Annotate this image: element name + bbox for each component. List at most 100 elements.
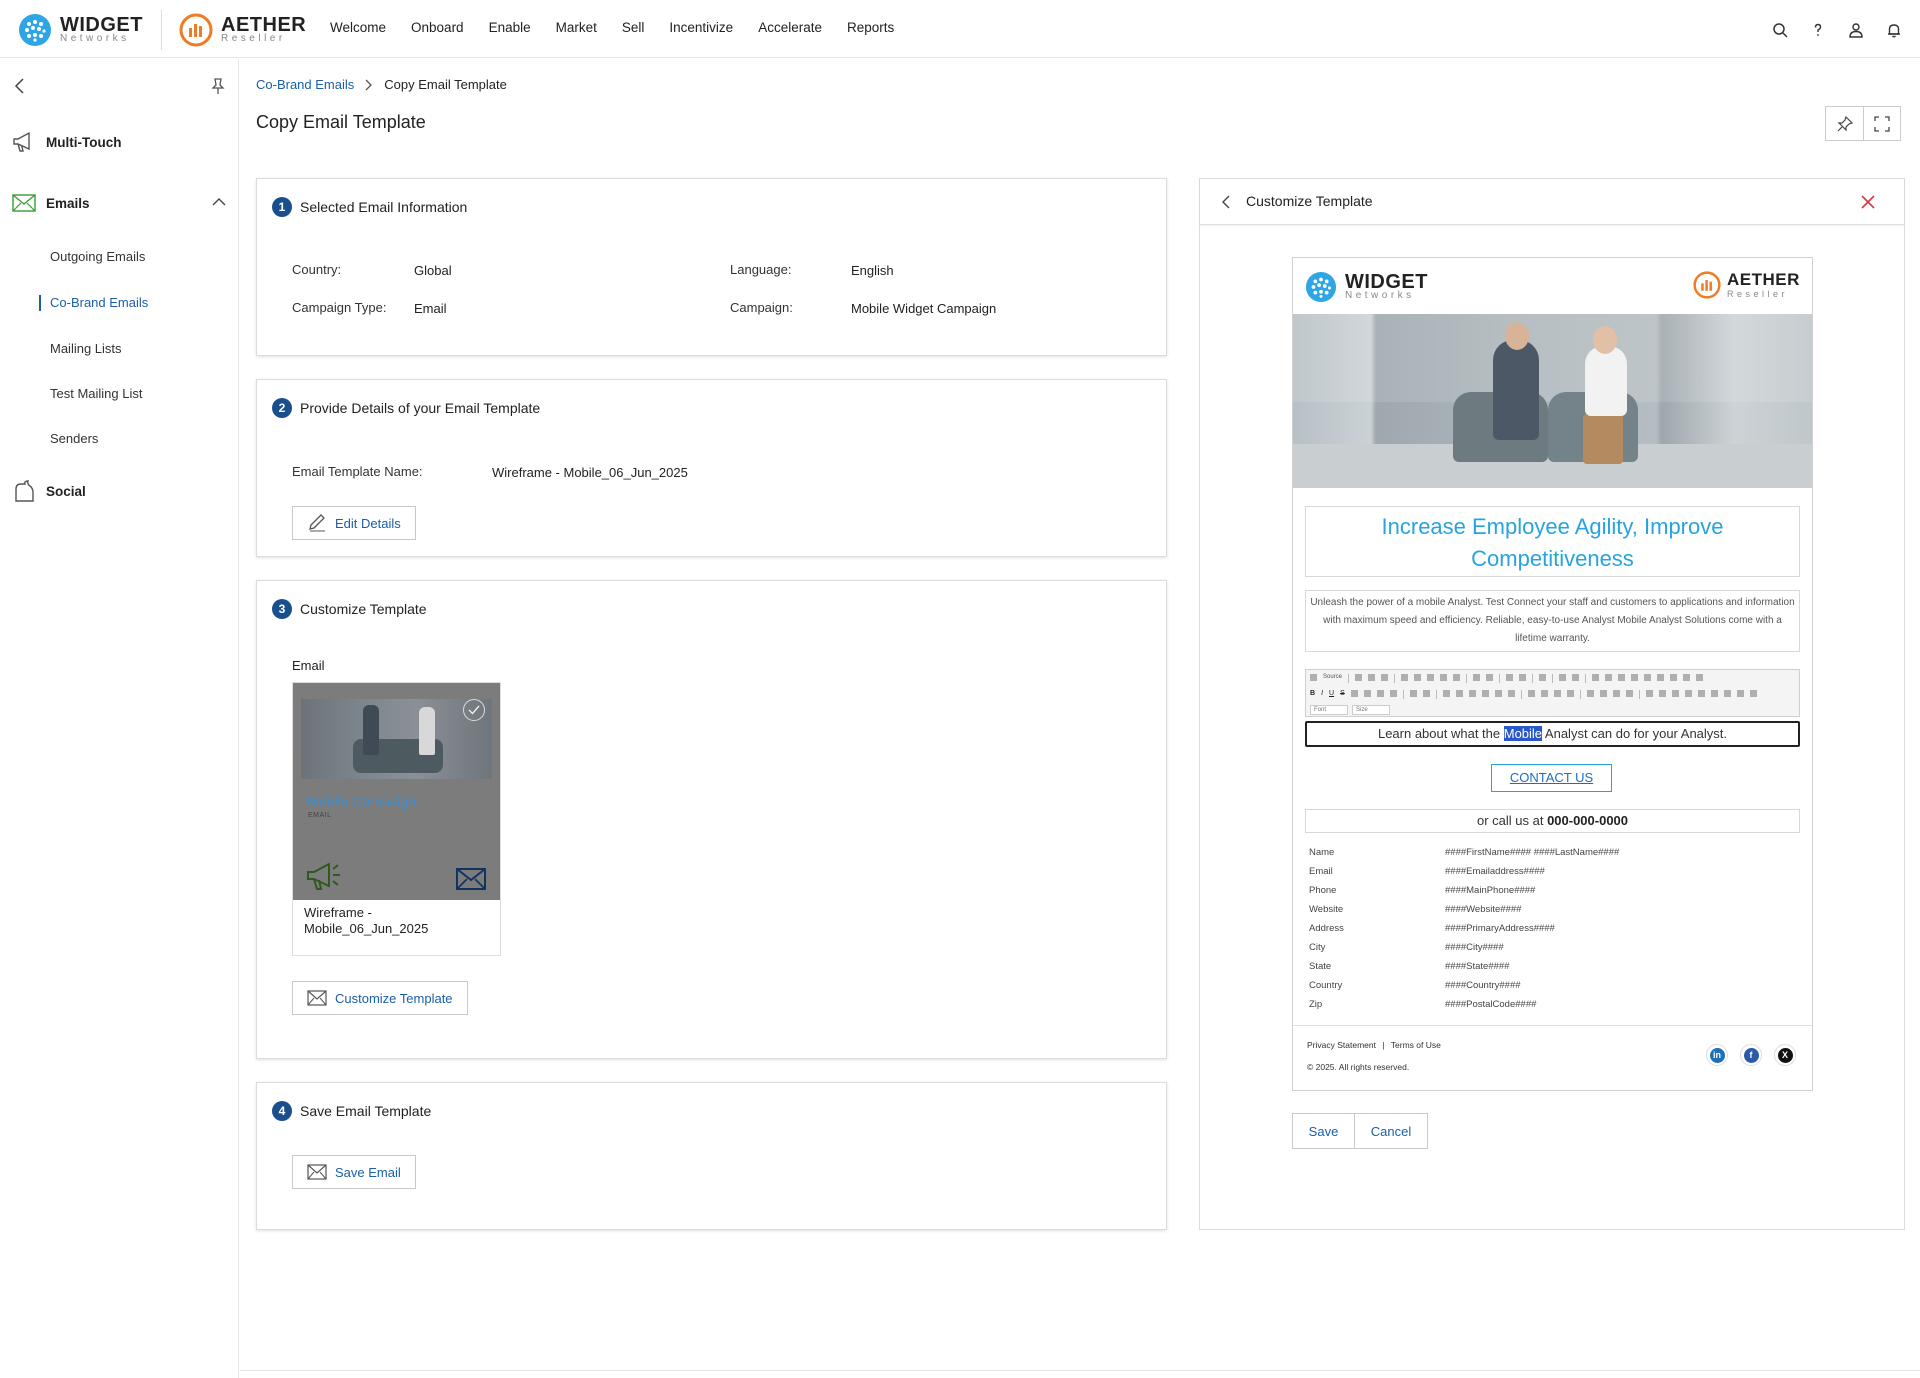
nav-incentivize[interactable]: Incentivize	[669, 20, 733, 35]
step-provide-details: 2 Provide Details of your Email Template…	[256, 379, 1167, 557]
email-aether-sub: Reseller	[1727, 289, 1789, 299]
email-header: WIDGET Networks AETHER Reseller	[1293, 258, 1812, 314]
field-label: Email	[1309, 866, 1333, 877]
save-email-button[interactable]: Save Email	[292, 1155, 416, 1189]
pencil-icon	[309, 514, 325, 532]
nav-sell[interactable]: Sell	[622, 20, 645, 35]
breadcrumb-current: Copy Email Template	[384, 77, 507, 92]
facebook-icon[interactable]: f	[1740, 1044, 1762, 1066]
email-headline[interactable]: Increase Employee Agility, Improve Compe…	[1305, 506, 1800, 577]
sidebar-item-social[interactable]: Social	[12, 479, 86, 503]
template-card-title: Mobile Campaign	[307, 793, 416, 809]
email-aether-name: AETHER	[1727, 270, 1800, 289]
email-aether-logo: AETHER Reseller	[1693, 268, 1800, 302]
nav-welcome[interactable]: Welcome	[330, 20, 386, 35]
field-label: Address	[1309, 923, 1344, 934]
sidebar-item-multi-touch[interactable]: Multi-Touch	[12, 131, 121, 153]
field-row: Address ####PrimaryAddress####	[1309, 923, 1789, 942]
edit-details-button[interactable]: Edit Details	[292, 506, 416, 540]
strike-button[interactable]: S	[1340, 690, 1345, 699]
sidebar-item-label: Social	[46, 483, 86, 499]
card-title: Provide Details of your Email Template	[300, 400, 541, 416]
widget-globe-icon	[19, 14, 51, 46]
fullscreen-button[interactable]	[1863, 107, 1900, 140]
cancel-button[interactable]: Cancel	[1354, 1114, 1427, 1148]
widget-globe-icon	[1305, 271, 1337, 303]
linkedin-icon[interactable]: in	[1706, 1044, 1728, 1066]
x-twitter-icon[interactable]: X	[1774, 1044, 1796, 1066]
field-value: ####City####	[1445, 942, 1504, 953]
sidebar-item-emails[interactable]: Emails	[12, 193, 228, 213]
main-nav: Welcome Onboard Enable Market Sell Incen…	[330, 20, 919, 35]
close-icon[interactable]	[1860, 194, 1876, 210]
nav-market[interactable]: Market	[556, 20, 597, 35]
email-section-label: Email	[292, 658, 325, 673]
field-label: Zip	[1309, 999, 1323, 1010]
chevron-up-icon[interactable]	[212, 197, 226, 207]
step-number: 1	[272, 197, 292, 217]
field-label: Country	[1309, 980, 1343, 991]
bold-button[interactable]: B	[1310, 690, 1315, 699]
help-icon[interactable]	[1810, 22, 1826, 38]
notification-bell-icon[interactable]	[1886, 22, 1902, 38]
customize-template-panel: Customize Template WIDGET Networks AETHE…	[1199, 178, 1905, 1230]
country-value: Global	[414, 263, 452, 278]
field-value: ####State####	[1445, 961, 1510, 972]
panel-header: Customize Template	[1200, 179, 1904, 225]
aether-logo[interactable]: AETHER Reseller	[179, 13, 306, 47]
sidebar-sub-outgoing-emails[interactable]: Outgoing Emails	[50, 249, 145, 264]
field-row: Website ####Website####	[1309, 904, 1789, 923]
pin-page-button[interactable]	[1826, 107, 1863, 140]
back-chevron-icon[interactable]	[1221, 195, 1231, 209]
pin-icon[interactable]	[211, 77, 225, 95]
italic-button[interactable]: I	[1321, 690, 1323, 699]
edit-text-selection: Mobile	[1503, 726, 1543, 741]
nav-onboard[interactable]: Onboard	[411, 20, 464, 35]
step-number: 4	[272, 1101, 292, 1121]
email-body-text[interactable]: Unleash the power of a mobile Analyst. T…	[1305, 590, 1800, 652]
privacy-link[interactable]: Privacy Statement	[1307, 1040, 1376, 1050]
sidebar-sub-test-mailing-list[interactable]: Test Mailing List	[50, 386, 142, 401]
toolbar-row-2: B I U S	[1310, 690, 1763, 699]
nav-enable[interactable]: Enable	[489, 20, 531, 35]
email-editable-line[interactable]: Learn about what the Mobile Analyst can …	[1305, 721, 1800, 747]
step-save-email-template: 4 Save Email Template Save Email	[256, 1082, 1167, 1230]
search-icon[interactable]	[1772, 22, 1788, 38]
terms-link[interactable]: Terms of Use	[1391, 1040, 1441, 1050]
language-label: Language:	[730, 262, 792, 277]
font-select[interactable]: Font	[1310, 705, 1348, 715]
size-select[interactable]: Size	[1352, 705, 1390, 715]
call-number: 000-000-0000	[1547, 813, 1629, 828]
language-value: English	[851, 263, 894, 278]
underline-button[interactable]: U	[1329, 690, 1334, 699]
field-value: ####Emailaddress####	[1445, 866, 1545, 877]
campaign-type-label: Campaign Type:	[292, 300, 387, 315]
source-icon[interactable]	[1310, 674, 1317, 681]
save-button[interactable]: Save	[1293, 1114, 1354, 1148]
user-icon[interactable]	[1848, 22, 1864, 38]
select-check-icon[interactable]	[463, 699, 485, 721]
page-actions	[1825, 106, 1901, 141]
email-template-card[interactable]: Mobile Campaign EMAIL Wireframe - Mobile…	[292, 682, 501, 956]
sidebar: Multi-Touch Emails Outgoing Emails Co-Br…	[0, 59, 239, 1378]
nav-reports[interactable]: Reports	[847, 20, 894, 35]
customize-template-button[interactable]: Customize Template	[292, 981, 468, 1015]
toolbar-row-1: Source	[1310, 674, 1709, 683]
nav-accelerate[interactable]: Accelerate	[758, 20, 822, 35]
aether-logo-sub: Reseller	[221, 33, 286, 44]
collapse-sidebar-icon[interactable]	[13, 77, 25, 95]
envelope-icon	[307, 990, 327, 1006]
widget-logo-name: WIDGET	[60, 14, 143, 36]
source-button[interactable]: Source	[1323, 674, 1342, 683]
sidebar-sub-mailing-lists[interactable]: Mailing Lists	[50, 341, 122, 356]
top-icons	[1750, 22, 1902, 38]
field-row: Name ####FirstName#### ####LastName####	[1309, 847, 1789, 866]
breadcrumb-parent-link[interactable]: Co-Brand Emails	[256, 77, 354, 92]
card-title: Save Email Template	[300, 1103, 432, 1119]
sidebar-sub-senders[interactable]: Senders	[50, 431, 98, 446]
social-icon	[15, 480, 34, 502]
sidebar-sub-co-brand-emails[interactable]: Co-Brand Emails	[50, 295, 148, 310]
widget-logo[interactable]: WIDGET Networks	[18, 13, 143, 47]
call-us-line[interactable]: or call us at 000-000-0000	[1305, 809, 1800, 833]
contact-us-button[interactable]: CONTACT US	[1491, 764, 1612, 792]
